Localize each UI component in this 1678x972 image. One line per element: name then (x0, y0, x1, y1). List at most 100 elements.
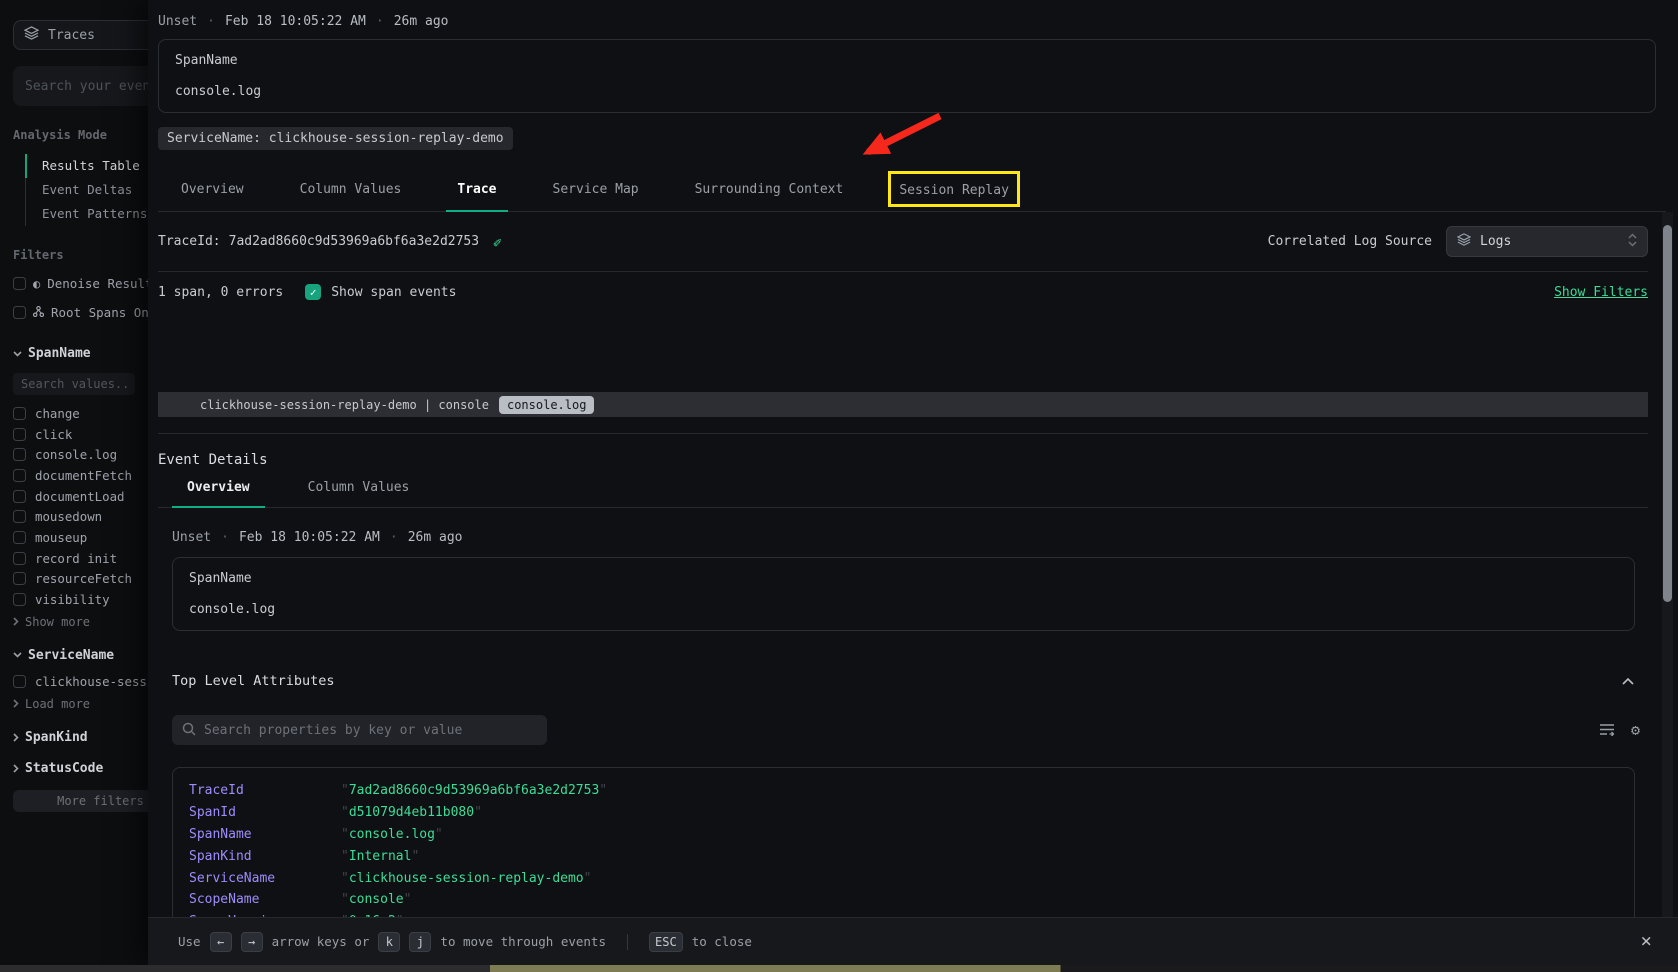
checkbox[interactable] (13, 469, 26, 482)
attribute-key[interactable]: ScopeVersion (189, 914, 341, 917)
spanname-value-documentload[interactable]: documentLoad (13, 486, 148, 507)
attribute-key[interactable]: TraceId (189, 783, 341, 798)
event-timestamp: Feb 18 10:05:22 AM (239, 530, 380, 545)
attribute-value[interactable]: d51079d4eb11b080 (341, 805, 482, 820)
chevron-right-icon (13, 733, 19, 742)
close-icon[interactable]: × (1641, 932, 1652, 951)
layers-icon (24, 26, 39, 44)
checkbox[interactable] (13, 428, 26, 441)
spanname-value-resourcefetch[interactable]: resourceFetch (13, 569, 148, 590)
scrollbar-thumb[interactable] (1663, 225, 1672, 602)
separator-dot: · (207, 14, 215, 29)
tab-overview[interactable]: Overview (170, 182, 255, 211)
denoise-checkbox[interactable] (13, 277, 26, 290)
tab-session-replay[interactable]: Session Replay (899, 183, 1009, 198)
tab-surrounding-context[interactable]: Surrounding Context (684, 182, 855, 211)
attribute-value[interactable]: console.log (341, 827, 443, 842)
checkbox[interactable] (13, 448, 26, 461)
drawer-header: Unset · Feb 18 10:05:22 AM · 26m ago Spa… (148, 0, 1678, 212)
gear-icon[interactable]: ⚙ (1631, 723, 1640, 738)
detail-tab-column-values[interactable]: Column Values (293, 480, 425, 507)
group-header-servicename[interactable]: ServiceName (13, 648, 148, 663)
property-search-row: ⚙ (172, 715, 1648, 745)
span-name-value: console.log (175, 84, 1639, 99)
spanname-value-list: change click console.log documentFetch d… (13, 403, 148, 610)
property-search-input[interactable] (204, 723, 537, 738)
spanname-value-documentfetch[interactable]: documentFetch (13, 465, 148, 486)
checkbox[interactable] (13, 490, 26, 503)
spanname-value-click[interactable]: click (13, 424, 148, 445)
trace-id-value: 7ad2ad8660c9d53969a6bf6a3e2d2753 (229, 234, 479, 249)
traces-button[interactable]: Traces (13, 20, 148, 50)
attribute-key[interactable]: SpanId (189, 805, 341, 820)
collapse-chevron-icon[interactable] (1622, 678, 1634, 685)
attribute-value[interactable]: 0.16.2 (341, 914, 404, 917)
mode-event-deltas[interactable]: Event Deltas (26, 178, 148, 202)
checkbox[interactable] (13, 552, 26, 565)
log-source-value: Logs (1480, 234, 1511, 249)
checkbox[interactable] (13, 675, 26, 688)
span-name-card: SpanName console.log (172, 557, 1635, 631)
service-name-badge[interactable]: ServiceName: clickhouse-session-replay-d… (158, 127, 513, 150)
relative-time: 26m ago (408, 530, 463, 545)
correlated-log-source-label: Correlated Log Source (1268, 234, 1432, 249)
tab-trace[interactable]: Trace (446, 182, 507, 211)
checkbox[interactable] (13, 510, 26, 523)
attribute-key[interactable]: SpanKind (189, 849, 341, 864)
wrap-lines-icon[interactable] (1599, 721, 1615, 740)
group-header-spanname[interactable]: SpanName (13, 346, 148, 361)
checkbox[interactable] (13, 572, 26, 585)
checkbox[interactable] (13, 407, 26, 420)
filter-root-spans-only[interactable]: Root Spans Only (13, 305, 148, 320)
edit-pencil-icon[interactable]: ✎ (493, 234, 501, 250)
spanname-show-more[interactable]: Show more (13, 612, 148, 632)
trace-waterfall-row[interactable]: clickhouse-session-replay-demo | console… (158, 392, 1648, 417)
spanname-value-mouseup[interactable]: mouseup (13, 527, 148, 548)
log-source-select[interactable]: Logs (1446, 226, 1648, 257)
group-header-statuscode[interactable]: StatusCode (13, 761, 148, 776)
group-header-spankind[interactable]: SpanKind (13, 730, 148, 745)
filter-denoise-results[interactable]: ◐ Denoise Results (13, 276, 148, 291)
spanname-value-change[interactable]: change (13, 403, 148, 424)
spanname-values-search-input[interactable] (13, 373, 135, 395)
chevron-down-icon (13, 351, 22, 357)
attribute-value[interactable]: clickhouse-session-replay-demo (341, 871, 591, 886)
checkbox[interactable] (13, 531, 26, 544)
group-spankind-label: SpanKind (25, 730, 88, 745)
checkbox[interactable] (13, 593, 26, 606)
scrollbar-track[interactable] (1662, 212, 1673, 917)
mode-event-patterns[interactable]: Event Patterns (26, 202, 148, 226)
separator-dot: · (390, 530, 398, 545)
spanname-value-record-init[interactable]: record init (13, 548, 148, 569)
servicename-value-clickhouse[interactable]: clickhouse-session-replay-demo (13, 671, 148, 692)
tab-column-values[interactable]: Column Values (289, 182, 413, 211)
waterfall-span-label: clickhouse-session-replay-demo | console (200, 398, 489, 412)
show-span-events-checkbox[interactable]: ✓ (305, 284, 321, 300)
attribute-value[interactable]: console (341, 892, 411, 907)
attribute-key[interactable]: SpanName (189, 827, 341, 842)
tab-service-map[interactable]: Service Map (542, 182, 650, 211)
show-filters-link[interactable]: Show Filters (1554, 285, 1648, 300)
attribute-value[interactable]: 7ad2ad8660c9d53969a6bf6a3e2d2753 (341, 783, 607, 798)
attribute-value[interactable]: Internal (341, 849, 419, 864)
spanname-value-mousedown[interactable]: mousedown (13, 506, 148, 527)
sidebar-search-input[interactable] (13, 66, 148, 106)
table-row: ServiceName clickhouse-session-replay-de… (189, 867, 1634, 889)
more-filters-button[interactable]: More filters (13, 790, 148, 812)
spanname-value-console-log[interactable]: console.log (13, 444, 148, 465)
servicename-load-more[interactable]: Load more (13, 694, 148, 714)
footer-divider (627, 934, 628, 950)
arrow-left-key: ← (210, 932, 232, 952)
analysis-mode-label: Analysis Mode (13, 128, 148, 142)
detail-tab-overview[interactable]: Overview (172, 480, 265, 507)
search-icon (182, 721, 196, 740)
spanname-value-visibility[interactable]: visibility (13, 589, 148, 610)
contrast-icon: ◐ (33, 278, 40, 290)
event-timestamp: Feb 18 10:05:22 AM (225, 14, 366, 29)
show-span-events-label: Show span events (331, 285, 456, 300)
root-spans-checkbox[interactable] (13, 306, 26, 319)
attribute-key[interactable]: ScopeName (189, 892, 341, 907)
mode-results-table[interactable]: Results Table (25, 154, 148, 178)
attribute-key[interactable]: ServiceName (189, 871, 341, 886)
event-meta-row: Unset · Feb 18 10:05:22 AM · 26m ago (172, 530, 1648, 545)
